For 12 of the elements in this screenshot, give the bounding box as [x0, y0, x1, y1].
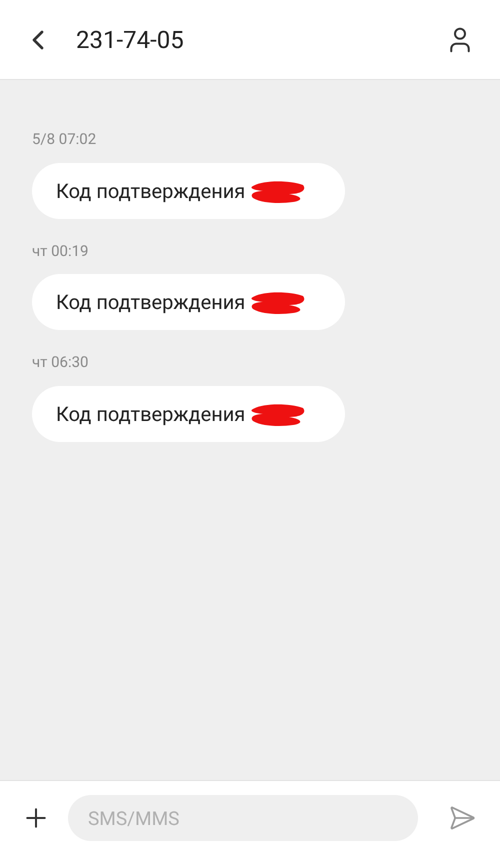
message-text: Код подтверждения	[56, 178, 246, 204]
message-bubble[interactable]: Код подтверждения	[32, 274, 345, 330]
message-time: чт 06:30	[32, 352, 88, 373]
message-bubble[interactable]: Код подтверждения	[32, 162, 345, 218]
message-bubble[interactable]: Код подтверждения	[32, 386, 345, 442]
send-icon	[448, 804, 476, 832]
message-field[interactable]: SMS/MMS	[68, 795, 418, 841]
contact-title: 231-74-05	[76, 24, 184, 56]
message-text: Код подтверждения	[56, 400, 246, 428]
message-text: Код подтверждения	[56, 289, 246, 316]
message-time: 5/8 07:02	[32, 129, 96, 150]
message-time: чт 00:19	[32, 240, 88, 262]
